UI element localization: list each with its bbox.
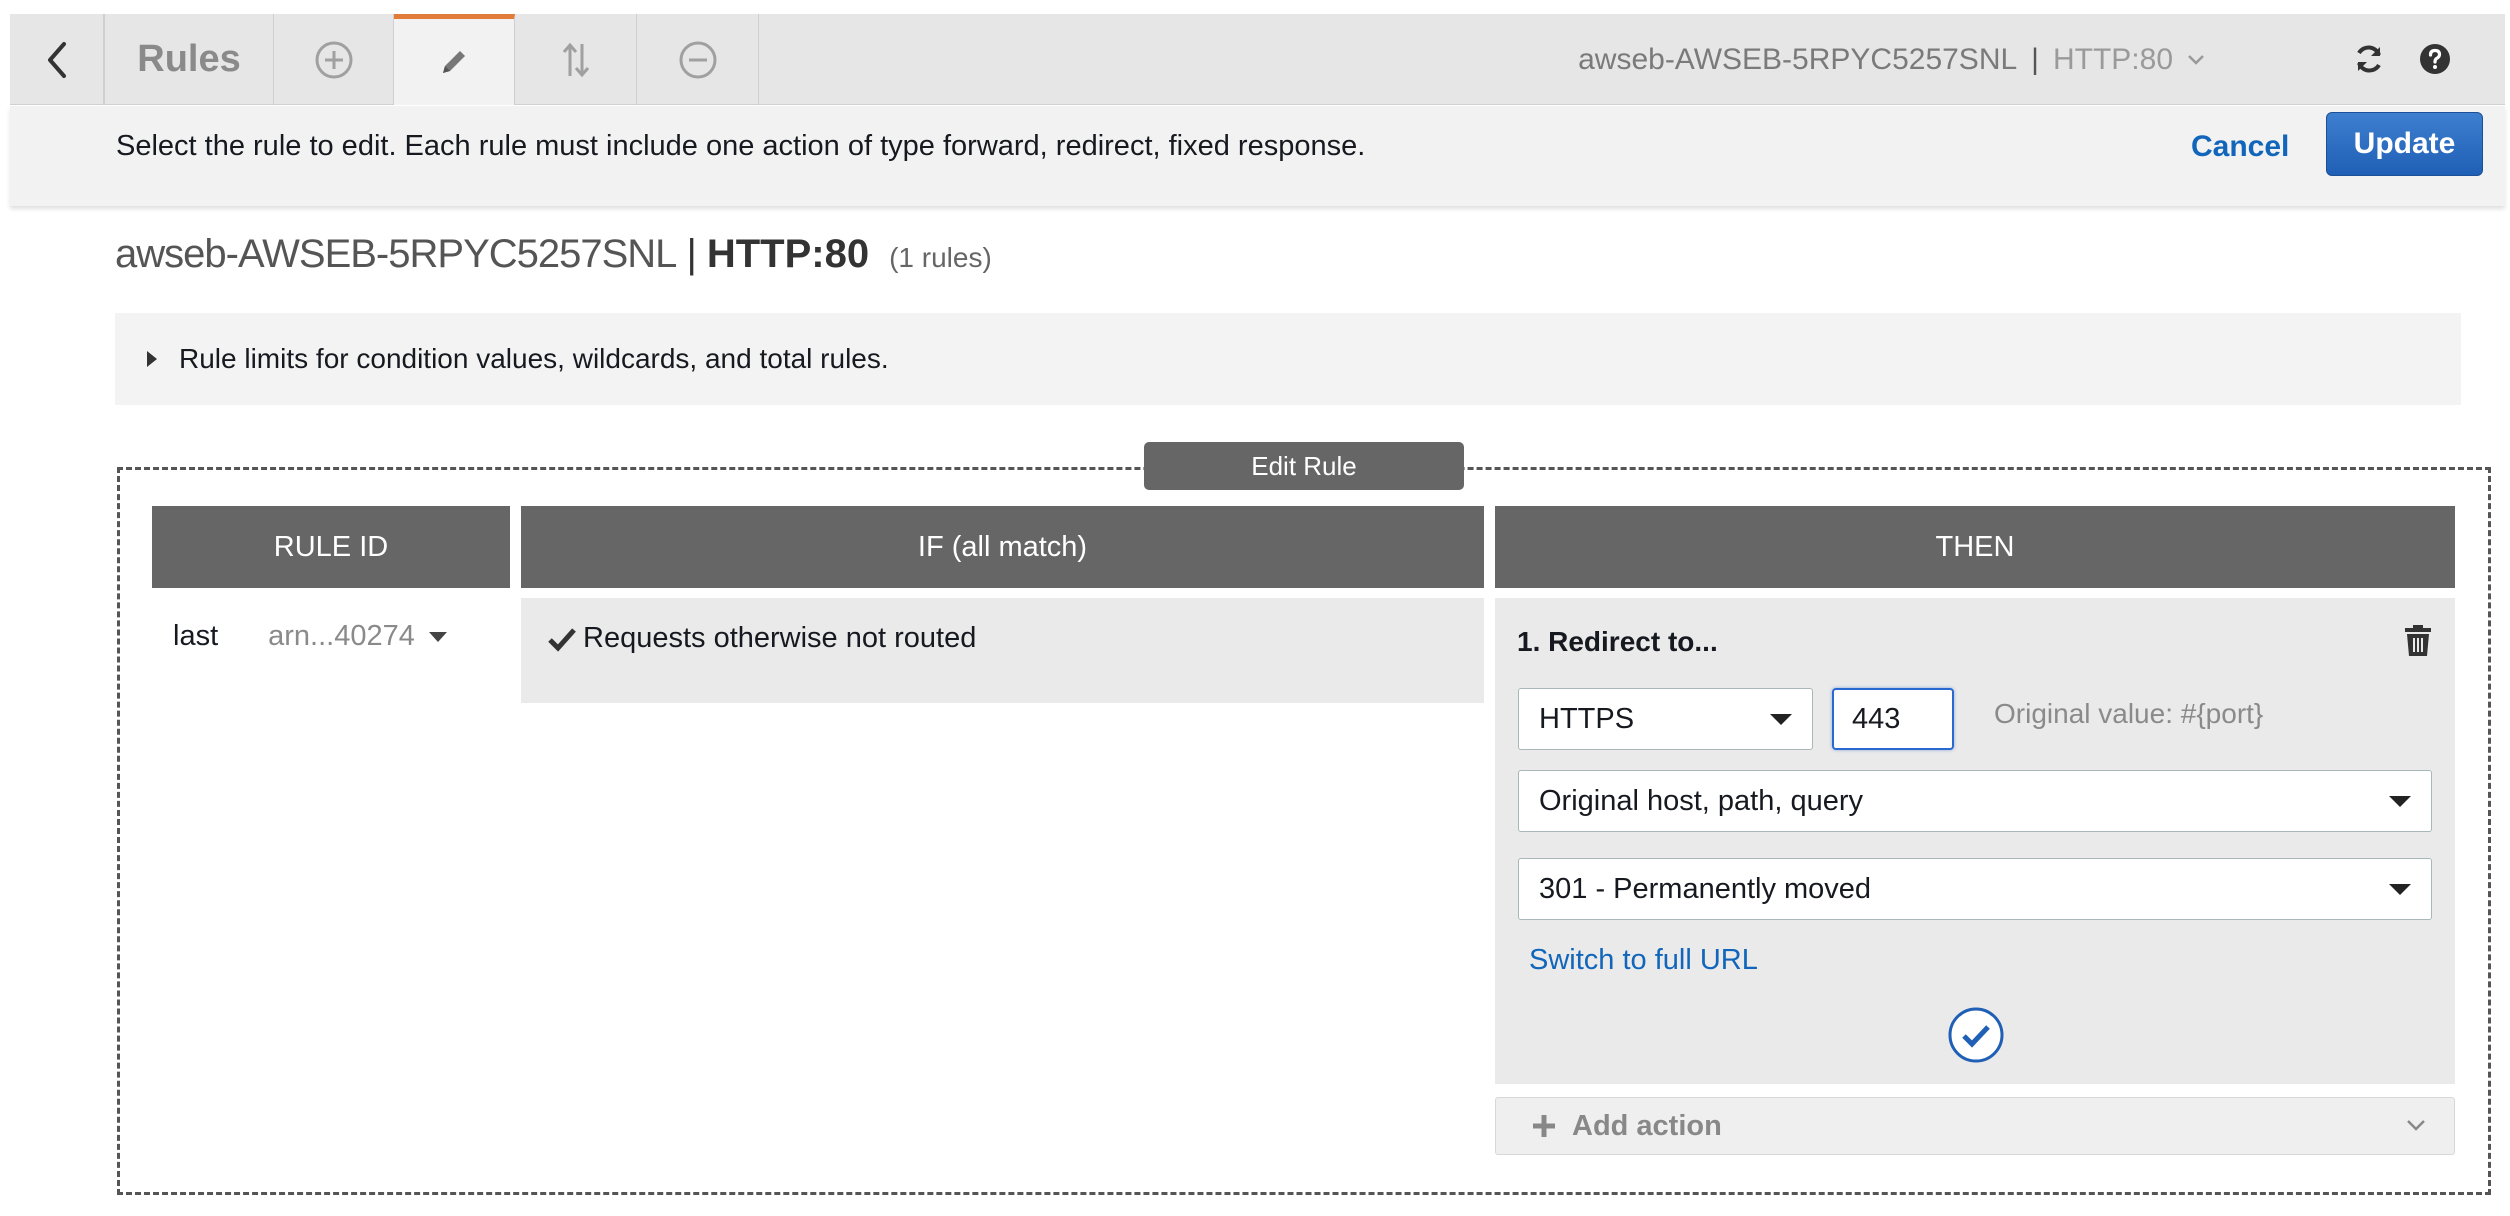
listener-name: awseb-AWSEB-5RPYC5257SNL (1578, 42, 2018, 76)
sort-arrows-icon (562, 42, 589, 77)
rule-count: (1 rules) (889, 242, 992, 273)
cancel-button[interactable]: Cancel (2191, 130, 2289, 164)
trash-icon (2405, 625, 2431, 656)
confirm-action-button[interactable] (1947, 1006, 2005, 1064)
help-button[interactable] (2412, 36, 2458, 82)
refresh-icon (2357, 45, 2381, 73)
protocol-value: HTTPS (1539, 702, 1635, 735)
chevron-down-icon (2188, 54, 2204, 65)
rule-limits-expander[interactable]: Rule limits for condition values, wildca… (115, 313, 2461, 405)
help-icon (2420, 44, 2450, 74)
protocol-select[interactable]: HTTPS (1518, 688, 1813, 750)
column-header-rule-id: RULE ID (152, 506, 510, 588)
delete-rule-button[interactable] (637, 14, 759, 105)
checkmark-icon (548, 627, 576, 652)
switch-to-full-url-link[interactable]: Switch to full URL (1529, 944, 1758, 977)
plus-icon (1533, 1115, 1555, 1137)
reorder-rules-button[interactable] (515, 14, 637, 105)
delete-action-button[interactable] (2403, 622, 2433, 658)
pencil-icon (443, 51, 465, 73)
caret-down-icon (2389, 796, 2411, 807)
edit-rule-button[interactable] (394, 14, 515, 105)
action-panel: 1. Redirect to... HTTPS 443 Original val… (1495, 598, 2455, 1084)
port-input[interactable]: 443 (1832, 688, 1954, 750)
update-button[interactable]: Update (2326, 112, 2483, 176)
listener-selector[interactable]: awseb-AWSEB-5RPYC5257SNL | HTTP:80 (1578, 14, 2205, 105)
listener-protocol: HTTP:80 (706, 232, 870, 276)
condition-item: Requests otherwise not routed (547, 622, 976, 655)
add-action-button[interactable]: Add action (1495, 1097, 2455, 1155)
plus-circle-icon (315, 41, 352, 78)
back-button[interactable] (10, 14, 104, 105)
column-header-if: IF (all match) (521, 506, 1484, 588)
caret-right-icon (147, 351, 157, 367)
add-action-label: Add action (1572, 1110, 1722, 1142)
host-path-query-select[interactable]: Original host, path, query (1518, 770, 2432, 832)
listener-separator: | (2031, 42, 2039, 76)
column-header-then: THEN (1495, 506, 2455, 588)
edit-rule-tab: Edit Rule (1144, 442, 1464, 490)
page-title: awseb-AWSEB-5RPYC5257SNL | HTTP:80 (1 ru… (115, 232, 992, 277)
instruction-text: Select the rule to edit. Each rule must … (116, 130, 1366, 162)
arn-dropdown-icon[interactable] (428, 631, 447, 642)
listener-port: HTTP:80 (2052, 42, 2173, 76)
caret-down-icon (2389, 884, 2411, 895)
action-title: 1. Redirect to... (1517, 626, 1718, 657)
rule-arn: arn...40274 (268, 620, 415, 652)
chevron-down-icon (2407, 1120, 2425, 1131)
status-code-select[interactable]: 301 - Permanently moved (1518, 858, 2432, 920)
toolbar-title: Rules (104, 14, 274, 105)
status-code-value: 301 - Permanently moved (1539, 872, 1872, 905)
instruction-bar: Select the rule to edit. Each rule must … (10, 106, 2505, 206)
rule-id-cell: last arn...40274 (173, 620, 447, 653)
title-separator: | (686, 232, 697, 276)
condition-text: Requests otherwise not routed (583, 622, 977, 654)
minus-circle-icon (679, 41, 716, 78)
condition-cell: Requests otherwise not routed (521, 598, 1484, 703)
rules-toolbar: Rules awseb-AWSEB-5RPYC5257SNL | HTTP:80 (10, 14, 2505, 105)
rule-priority: last (173, 620, 219, 652)
chevron-left-icon (47, 41, 66, 78)
caret-down-icon (1770, 714, 1792, 725)
load-balancer-name: awseb-AWSEB-5RPYC5257SNL (115, 232, 677, 276)
check-circle-icon (1948, 1007, 2004, 1063)
refresh-button[interactable] (2346, 36, 2392, 82)
rule-limits-label: Rule limits for condition values, wildca… (179, 343, 889, 374)
port-original-value-hint: Original value: #{port} (1994, 698, 2264, 729)
host-path-query-value: Original host, path, query (1539, 784, 1864, 817)
add-rule-button[interactable] (274, 14, 394, 105)
